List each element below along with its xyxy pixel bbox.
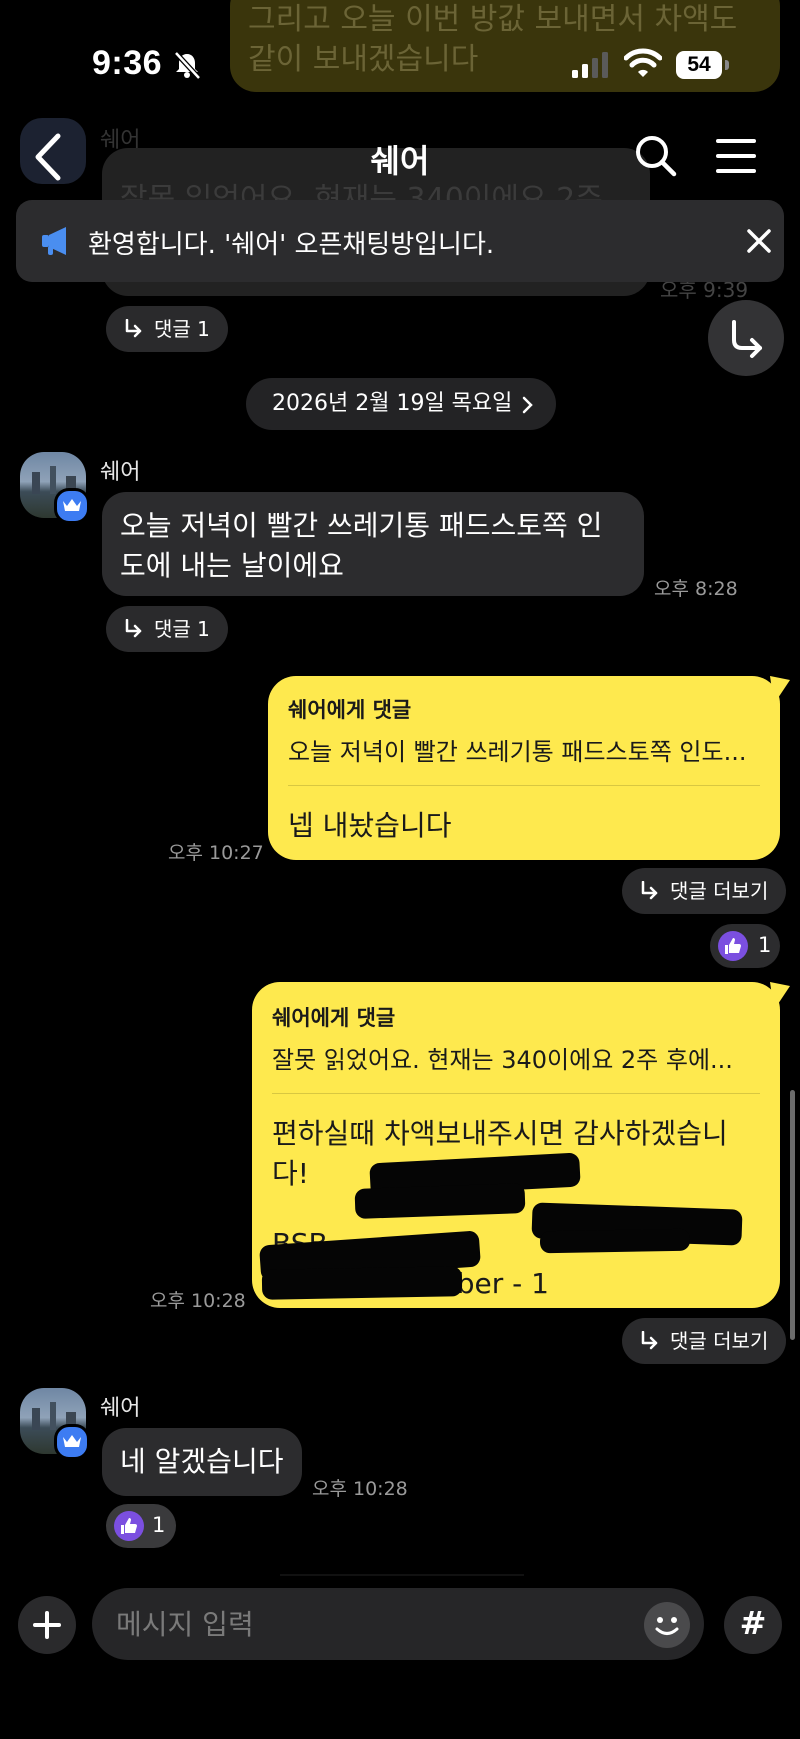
reply-quote: 오늘 저녁이 빨간 쓰레기통 패드스토쪽 인도... (288, 738, 747, 766)
redaction-mark (261, 1266, 463, 1300)
message-text: 네 알겠습니다 (120, 1445, 284, 1478)
wifi-icon (624, 48, 662, 77)
jump-down-icon (732, 320, 762, 358)
hash-icon: # (739, 1604, 767, 1642)
emoji-button[interactable] (644, 1602, 690, 1648)
message-timestamp: 오후 10:27 (168, 842, 264, 864)
message-bubble[interactable]: 네 알겠습니다 (102, 1428, 302, 1496)
reply-arrow-icon (125, 619, 142, 638)
sent-reply-bubble[interactable]: 쉐어에게 댓글 오늘 저녁이 빨간 쓰레기통 패드스토쪽 인도... 넵 내놨습… (268, 676, 780, 860)
message-text: 넵 내놨습니다 (288, 809, 452, 842)
more-replies-label: 댓글 더보기 (670, 879, 769, 903)
chevron-right-icon (522, 396, 533, 414)
chat-screen: 그리고 오늘 이번 방값 보내면서 차액도 같이 보내겠습니다 쉐어 잘못 읽었… (0, 0, 800, 1739)
reaction-badge[interactable]: 1 (106, 1504, 176, 1548)
reply-count-badge[interactable]: 댓글 1 (106, 606, 228, 652)
emoji-icon (655, 1617, 679, 1635)
more-replies-label: 댓글 더보기 (670, 1329, 769, 1353)
sender-name: 쉐어 (100, 460, 141, 485)
redaction-mark (354, 1183, 526, 1219)
add-button[interactable] (18, 1596, 76, 1654)
reply-arrow-icon (641, 881, 658, 900)
divider (280, 1574, 524, 1576)
redaction-mark (539, 1228, 691, 1254)
jump-down-button[interactable] (708, 300, 784, 376)
date-divider-label: 2026년 2월 19일 목요일 (272, 391, 513, 416)
reply-arrow-icon (125, 319, 142, 338)
bubble-tail (770, 676, 790, 704)
silent-bell-icon (174, 51, 201, 80)
reply-count-label: 댓글 1 (154, 617, 210, 641)
thumbs-up-icon (718, 931, 748, 961)
message-text: 오늘 저녁이 빨간 쓰레기통 패드스토쪽 인도에 내는 날이에요 (120, 509, 603, 582)
reply-count-label: 댓글 1 (154, 317, 210, 341)
sender-name: 쉐어 (100, 1396, 141, 1421)
close-icon[interactable] (746, 228, 772, 254)
more-replies-button[interactable]: 댓글 더보기 (622, 1318, 787, 1364)
scrollbar[interactable] (790, 1090, 795, 1340)
hashtag-button[interactable]: # (724, 1596, 782, 1654)
message-timestamp: 오후 10:28 (312, 1478, 408, 1500)
chat-title: 쉐어 (370, 142, 430, 180)
reply-arrow-icon (641, 1331, 658, 1350)
signal-icon (572, 52, 608, 78)
battery-indicator: 54 (676, 51, 722, 79)
thumbs-up-icon (114, 1511, 144, 1541)
notice-banner[interactable]: 환영합니다. '쉐어' 오픈채팅방입니다. (16, 200, 784, 282)
search-icon[interactable] (634, 134, 678, 178)
megaphone-icon (42, 227, 66, 255)
plus-icon (33, 1611, 61, 1639)
reaction-count: 1 (758, 933, 772, 957)
reply-to-label: 쉐어에게 댓글 (272, 1006, 396, 1030)
message-bubble[interactable]: 오늘 저녁이 빨간 쓰레기통 패드스토쪽 인도에 내는 날이에요 (102, 492, 644, 596)
notice-text: 환영합니다. '쉐어' 오픈채팅방입니다. (88, 230, 495, 260)
message-timestamp: 오후 8:28 (654, 578, 738, 600)
menu-icon[interactable] (716, 138, 756, 174)
crown-badge (54, 488, 90, 524)
crown-icon (63, 1435, 81, 1447)
reply-count-badge[interactable]: 댓글 1 (106, 306, 228, 352)
message-input[interactable] (92, 1588, 704, 1660)
bubble-tail (770, 982, 790, 1010)
reply-divider (288, 785, 760, 786)
battery-nub (725, 60, 729, 70)
message-timestamp: 오후 10:28 (150, 1290, 246, 1312)
reaction-count: 1 (152, 1513, 166, 1537)
reply-divider (272, 1093, 760, 1094)
date-divider[interactable]: 2026년 2월 19일 목요일 (246, 378, 556, 430)
reply-to-label: 쉐어에게 댓글 (288, 698, 412, 722)
more-replies-button[interactable]: 댓글 더보기 (622, 868, 787, 914)
reaction-badge[interactable]: 1 (710, 924, 780, 968)
crown-icon (63, 499, 81, 511)
reply-quote: 잘못 읽었어요. 현재는 340이에요 2주 후에... (272, 1046, 733, 1074)
crown-badge (54, 1424, 90, 1460)
status-time: 9:36 (92, 44, 163, 82)
